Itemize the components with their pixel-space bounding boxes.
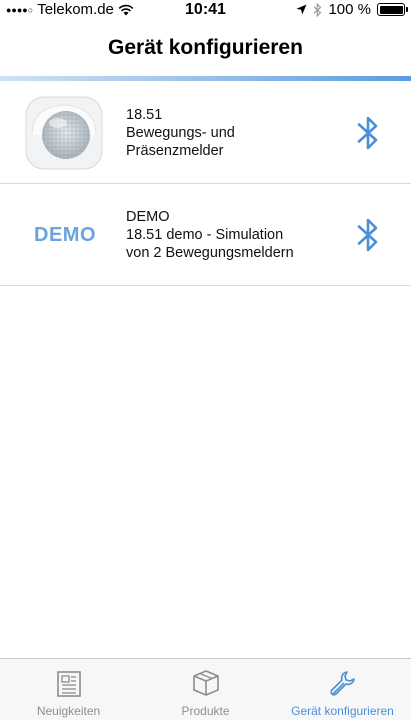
location-arrow-icon — [296, 4, 307, 15]
header-progress-bar — [0, 76, 411, 81]
demo-logo: DEMO — [34, 223, 96, 246]
wrench-icon — [329, 671, 355, 696]
device-name-line2: Präsenzmelder — [126, 142, 224, 159]
battery-percent: 100 % — [328, 1, 371, 18]
device-row-demo[interactable]: DEMO DEMO 18.51 demo - Simulation von 2 … — [0, 184, 411, 286]
tab-bar: Neuigkeiten Produkte Gerät konfigurieren — [0, 658, 411, 720]
tab-produkte[interactable]: Produkte — [137, 659, 274, 720]
device-name-line1: 18.51 demo - Simulation — [126, 226, 284, 243]
battery-level — [379, 5, 403, 14]
bluetooth-icon[interactable] — [357, 217, 379, 253]
status-bar: ●●●●○ Telekom.de 10:41 100 % — [0, 0, 411, 20]
motion-sensor-image — [25, 96, 103, 170]
tab-label: Gerät konfigurieren — [291, 704, 394, 718]
tab-neuigkeiten[interactable]: Neuigkeiten — [0, 659, 137, 720]
bluetooth-icon[interactable] — [357, 115, 379, 151]
device-description: DEMO 18.51 demo - Simulation von 2 Beweg… — [126, 208, 294, 262]
newspaper-icon — [56, 671, 81, 697]
header-progress-fill — [0, 76, 411, 81]
bluetooth-status-icon — [314, 2, 322, 17]
device-name-line1: Bewegungs- und — [126, 124, 235, 141]
battery-icon — [377, 3, 408, 16]
device-name-line2: von 2 Bewegungsmeldern — [126, 244, 294, 261]
tab-label: Produkte — [181, 704, 230, 718]
device-list: 18.51 Bewegungs- und Präsenzmelder DEMO … — [0, 82, 411, 286]
box-icon — [192, 670, 219, 696]
device-number: DEMO — [126, 208, 170, 225]
page-title: Gerät konfigurieren — [108, 36, 303, 59]
tab-geraet-konfigurieren[interactable]: Gerät konfigurieren — [274, 659, 411, 720]
status-right-group: 100 % — [296, 1, 408, 18]
device-row-1851[interactable]: 18.51 Bewegungs- und Präsenzmelder — [0, 82, 411, 184]
tab-label: Neuigkeiten — [36, 704, 101, 718]
device-number: 18.51 — [126, 106, 163, 123]
device-description: 18.51 Bewegungs- und Präsenzmelder — [126, 106, 235, 160]
